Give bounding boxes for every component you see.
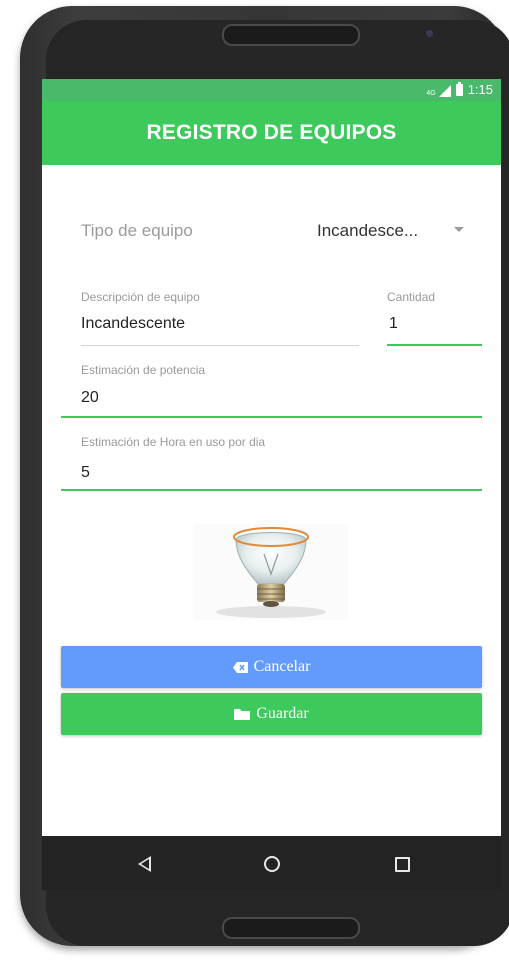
signal-indicator: 4G: [426, 83, 451, 97]
potencia-input[interactable]: 20: [81, 389, 99, 407]
network-type: 4G: [426, 89, 436, 97]
descripcion-label: Descripción de equipo: [81, 290, 200, 304]
horas-label: Estimación de Hora en uso por dia: [81, 435, 266, 449]
potencia-underline: [61, 416, 482, 418]
save-label: Guardar: [256, 705, 309, 722]
horas-input[interactable]: 5: [81, 464, 90, 482]
back-icon[interactable]: [138, 856, 151, 872]
potencia-label: Estimación de potencia: [81, 363, 206, 377]
top-speaker: [222, 24, 360, 46]
status-bar: 4G 1:15: [42, 79, 501, 101]
cantidad-input[interactable]: 1: [389, 315, 398, 333]
tipo-equipo-spinner[interactable]: Incandesce...: [317, 221, 418, 241]
front-camera: [426, 30, 433, 37]
bottom-speaker: [222, 917, 360, 939]
backspace-icon: [232, 661, 248, 673]
tipo-equipo-label: Tipo de equipo: [81, 221, 193, 240]
descripcion-input[interactable]: Incandescente: [81, 315, 185, 333]
app-screen: 4G 1:15 REGISTRO DE EQUIPOS Tipo de equi…: [42, 79, 501, 836]
recent-apps-icon[interactable]: [395, 857, 410, 872]
system-nav-bar: [42, 836, 501, 890]
battery-icon: [455, 81, 463, 96]
cantidad-label: Cantidad: [387, 290, 436, 304]
cantidad-underline: [387, 344, 482, 346]
dropdown-arrow-icon[interactable]: [454, 227, 464, 232]
save-button[interactable]: Guardar: [61, 693, 482, 735]
descripcion-underline: [81, 345, 359, 346]
folder-icon: [234, 709, 251, 720]
status-time: 1:15: [467, 82, 493, 97]
horas-underline: [61, 489, 482, 491]
status-indicators: 4G 1:15: [426, 81, 493, 97]
light-bulb-image: [194, 524, 348, 620]
signal-icon: [438, 84, 451, 97]
home-icon[interactable]: [264, 856, 280, 872]
cancel-button[interactable]: Cancelar: [61, 646, 482, 688]
cancel-label: Cancelar: [253, 658, 311, 675]
app-title: REGISTRO DE EQUIPOS: [146, 121, 397, 144]
app-bar: REGISTRO DE EQUIPOS: [42, 101, 501, 165]
